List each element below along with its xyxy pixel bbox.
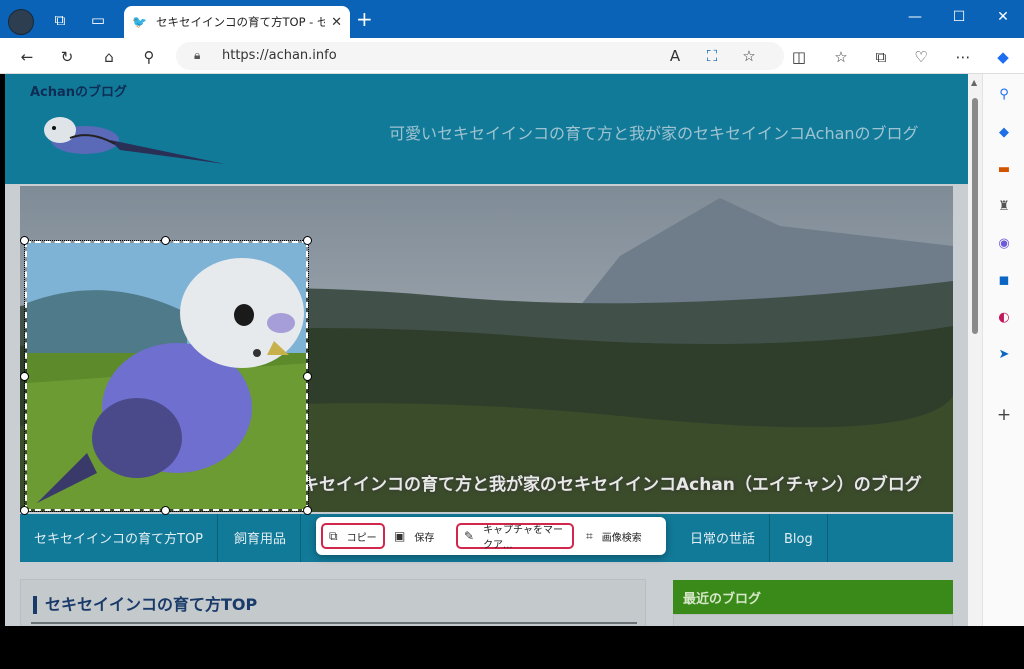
drop-send-icon[interactable]: ➤ <box>995 346 1013 364</box>
title-bar: ⧉ ▭ 🐦 セキセイインコの育て方TOP - セキセ ✕ + — ☐ ✕ <box>0 0 1024 38</box>
site-tagline: 可愛いセキセイインコの育て方と我が家のセキセイインコAchanのブログ <box>389 124 919 143</box>
add-sidebar-app-icon[interactable]: + <box>995 406 1013 424</box>
page-scrollbar[interactable]: ▲ <box>968 74 982 626</box>
close-window-button[interactable]: ✕ <box>988 9 1018 25</box>
minimize-button[interactable]: — <box>900 9 930 25</box>
nav-item-supplies[interactable]: 飼育用品 <box>220 514 302 562</box>
designer-icon[interactable]: ◐ <box>995 309 1013 327</box>
tools-briefcase-icon[interactable]: ▬ <box>995 161 1013 179</box>
copy-button[interactable]: ⧉ コピー <box>321 523 385 549</box>
visual-search-icon: ⌗ <box>586 528 593 543</box>
nav-item-blog[interactable]: Blog <box>770 514 828 562</box>
browser-essentials-icon[interactable]: ♡ <box>910 46 932 68</box>
capture-selection-region[interactable] <box>24 240 309 512</box>
url-text[interactable]: https://achan.info <box>222 48 337 63</box>
capture-action-menu: ⧉ コピー ▣ 保存 ✎ キャプチャをマークア... ⌗ 画像検索 <box>316 517 666 555</box>
resize-handle-l[interactable] <box>20 372 29 381</box>
resize-handle-b[interactable] <box>161 506 170 515</box>
nav-item-top[interactable]: セキセイインコの育て方TOP <box>20 514 219 562</box>
new-tab-button[interactable]: + <box>356 9 373 29</box>
save-button[interactable]: ▣ 保存 <box>388 523 440 549</box>
browser-toolbar: ← ↻ ⌂ ⚲ 🔒︎ https://achan.info A ⛶ ☆ ◫ ☆ … <box>0 38 1024 74</box>
save-icon: ▣ <box>394 529 406 543</box>
back-icon[interactable]: ← <box>16 46 38 68</box>
scroll-up-icon[interactable]: ▲ <box>971 78 977 87</box>
tab-title: セキセイインコの育て方TOP - セキセ <box>156 15 326 29</box>
resize-handle-tl[interactable] <box>20 236 29 245</box>
maximize-button[interactable]: ☐ <box>944 9 974 25</box>
resize-handle-tr[interactable] <box>303 236 312 245</box>
split-screen-icon[interactable]: ◫ <box>788 46 810 68</box>
shopping-tag-icon[interactable]: ◆ <box>995 124 1013 142</box>
nav-item-daily-care[interactable]: 日常の世話 <box>676 514 771 562</box>
resize-handle-r[interactable] <box>303 372 312 381</box>
site-header: Achanのブログ 可愛いセキセイインコの育て方と我が家のセキセイインコAcha… <box>5 74 968 184</box>
resize-handle-t[interactable] <box>161 236 170 245</box>
blog-name[interactable]: Achanのブログ <box>30 81 127 100</box>
profile-avatar[interactable] <box>8 9 34 35</box>
budgie-logo-image <box>44 117 225 164</box>
copy-label: コピー <box>346 532 377 544</box>
read-aloud-icon[interactable]: A <box>664 45 686 67</box>
favorites-icon[interactable]: ☆ <box>830 46 852 68</box>
hero-caption: セキセイインコの育て方と我が家のセキセイインコAchan（エイチャン）のブログ <box>285 475 922 495</box>
edge-sidebar: ⚲ ◆ ▬ ♜ ◉ ◼ ◐ ➤ + <box>982 74 1024 626</box>
image-search-button[interactable]: ⌗ 画像検索 <box>580 523 648 549</box>
resize-handle-br[interactable] <box>303 506 312 515</box>
bird-favicon-icon: 🐦 <box>132 15 147 29</box>
taskbar-area <box>0 626 1024 669</box>
favorite-star-icon[interactable]: ☆ <box>738 45 760 67</box>
search-icon[interactable]: ⚲ <box>138 46 160 68</box>
sidebar-search-icon[interactable]: ⚲ <box>995 86 1013 104</box>
active-tab[interactable]: 🐦 セキセイインコの育て方TOP - セキセ ✕ <box>124 6 350 38</box>
lock-icon[interactable]: 🔒︎ <box>194 48 200 63</box>
close-tab-icon[interactable]: ✕ <box>331 15 342 30</box>
collections-icon[interactable]: ⧉ <box>870 46 892 68</box>
pen-icon: ✎ <box>464 529 475 543</box>
selected-budgie-image <box>27 243 306 509</box>
copilot-icon[interactable]: ◆ <box>992 46 1014 68</box>
sidebar-box <box>673 614 953 626</box>
sidebar-heading: 最近のブログ <box>683 592 762 607</box>
copy-icon: ⧉ <box>329 528 338 543</box>
heading-divider <box>31 622 637 624</box>
address-bar[interactable]: 🔒︎ https://achan.info A ⛶ ☆ <box>176 42 784 70</box>
markup-capture-button[interactable]: ✎ キャプチャをマークア... <box>456 523 574 551</box>
refresh-icon[interactable]: ↻ <box>56 46 78 68</box>
image-search-label: 画像検索 <box>601 532 642 544</box>
screenshot-icon[interactable]: ⛶ <box>701 45 723 67</box>
scrollbar-thumb[interactable] <box>972 98 978 334</box>
games-icon[interactable]: ♜ <box>995 198 1013 216</box>
main-content: セキセイインコの育て方TOP <box>20 579 646 626</box>
home-icon[interactable]: ⌂ <box>98 46 120 68</box>
workspaces-icon[interactable]: ⧉ <box>50 10 70 30</box>
outlook-icon[interactable]: ◼ <box>995 272 1013 290</box>
tab-actions-icon[interactable]: ▭ <box>88 10 108 30</box>
content-heading: セキセイインコの育て方TOP <box>33 596 257 614</box>
resize-handle-bl[interactable] <box>20 506 29 515</box>
more-menu-icon[interactable]: ⋯ <box>952 46 974 68</box>
save-label: 保存 <box>414 532 435 544</box>
markup-label: キャプチャをマークア... <box>483 525 563 551</box>
microsoft365-icon[interactable]: ◉ <box>995 235 1013 253</box>
